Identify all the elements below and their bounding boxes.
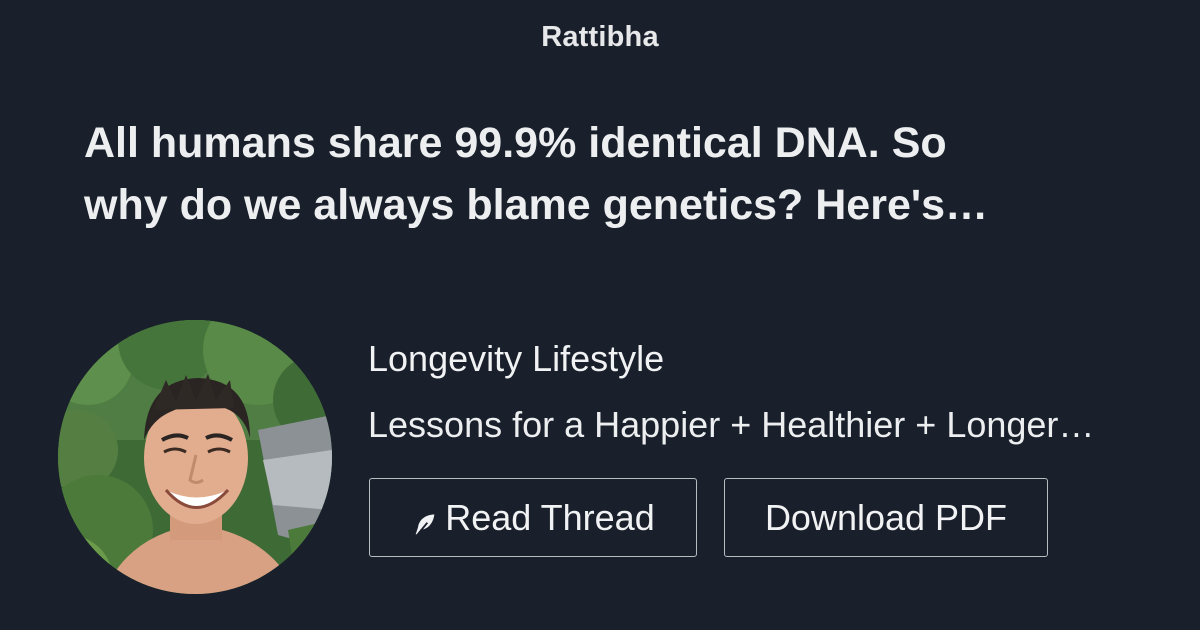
feather-icon — [411, 506, 439, 536]
avatar-photo — [58, 320, 332, 594]
read-thread-label: Read Thread — [445, 496, 655, 538]
author-avatar — [58, 320, 332, 594]
thread-title: All humans share 99.9% identical DNA. So… — [84, 112, 1124, 236]
thread-title-line-1: All humans share 99.9% identical DNA. So — [84, 119, 947, 167]
site-brand[interactable]: Rattibha — [0, 21, 1200, 54]
author-bio: Lessons for a Happier + Healthier + Long… — [368, 404, 1095, 445]
author-name[interactable]: Longevity Lifestyle — [368, 338, 664, 380]
download-pdf-button[interactable]: Download PDF — [724, 478, 1048, 557]
read-thread-button[interactable]: Read Thread — [369, 478, 697, 557]
download-pdf-label: Download PDF — [764, 496, 1008, 538]
thread-title-line-2: why do we always blame genetics? Here's… — [84, 181, 989, 229]
